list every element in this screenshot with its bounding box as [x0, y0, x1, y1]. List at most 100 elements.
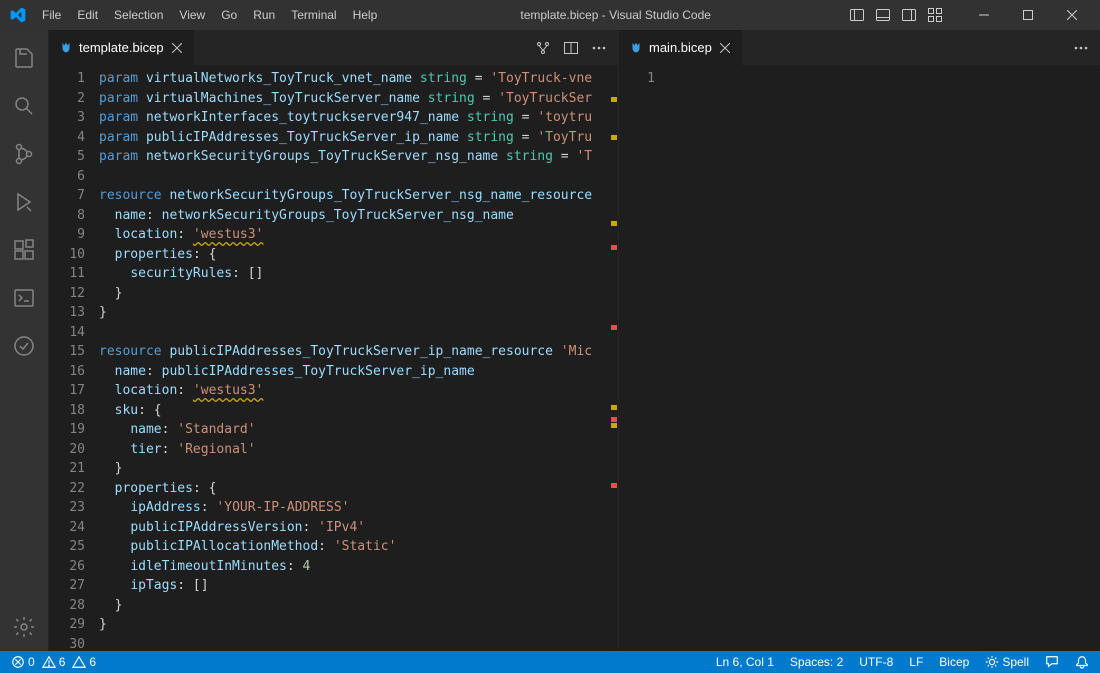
code-line[interactable]: param virtualNetworks_ToyTruck_vnet_name…	[99, 69, 618, 89]
code-line[interactable]: }	[99, 615, 618, 635]
vscode-icon	[8, 5, 28, 25]
overview-mark[interactable]	[611, 221, 617, 226]
code-line[interactable]: resource publicIPAddresses_ToyTruckServe…	[99, 342, 618, 362]
code-line[interactable]: param networkSecurityGroups_ToyTruckServ…	[99, 147, 618, 167]
code-line[interactable]: resource networkSecurityGroups_ToyTruckS…	[99, 186, 618, 206]
info-count: 6	[89, 655, 96, 669]
menu-run[interactable]: Run	[245, 4, 283, 26]
editor-group-2: main.bicep 1	[618, 30, 1100, 651]
menu-file[interactable]: File	[34, 4, 69, 26]
tab-label: template.bicep	[79, 40, 164, 55]
menu-view[interactable]: View	[171, 4, 213, 26]
code-line[interactable]: ipAddress: 'YOUR-IP-ADDRESS'	[99, 498, 618, 518]
split-editor-icon[interactable]	[560, 37, 582, 59]
code-line[interactable]: }	[99, 596, 618, 616]
code-line[interactable]: properties: {	[99, 245, 618, 265]
menu-go[interactable]: Go	[213, 4, 245, 26]
more-icon[interactable]	[588, 37, 610, 59]
close-button[interactable]	[1052, 0, 1092, 30]
activity-run[interactable]	[0, 178, 48, 226]
layout-right-icon[interactable]	[898, 4, 920, 26]
activity-scm[interactable]	[0, 130, 48, 178]
activity-extensions[interactable]	[0, 226, 48, 274]
menu-help[interactable]: Help	[345, 4, 386, 26]
tab-label: main.bicep	[649, 40, 712, 55]
layout-bottom-icon[interactable]	[872, 4, 894, 26]
activity-terminal[interactable]	[0, 274, 48, 322]
code-line[interactable]: publicIPAddressVersion: 'IPv4'	[99, 518, 618, 538]
tab-main-bicep[interactable]: main.bicep	[619, 30, 743, 65]
tab-template-bicep[interactable]: template.bicep	[49, 30, 195, 65]
statusbar: 0 6 6 Ln 6, Col 1 Spaces: 2 UTF-8 LF Bic…	[0, 651, 1100, 673]
code-line[interactable]	[99, 323, 618, 343]
code-line[interactable]: properties: {	[99, 479, 618, 499]
status-problems[interactable]: 0 6 6	[8, 651, 99, 673]
status-encoding[interactable]: UTF-8	[856, 651, 896, 673]
status-spell[interactable]: Spell	[982, 651, 1032, 673]
minimize-button[interactable]	[964, 0, 1004, 30]
tabbar-2: main.bicep	[619, 30, 1100, 65]
status-spaces[interactable]: Spaces: 2	[787, 651, 846, 673]
bicep-icon	[59, 41, 73, 55]
code-line[interactable]: name: 'Standard'	[99, 420, 618, 440]
code-line[interactable]: ipTags: []	[99, 576, 618, 596]
status-feedback-icon[interactable]	[1042, 651, 1062, 673]
overview-mark[interactable]	[611, 405, 617, 410]
bicep-icon	[629, 41, 643, 55]
activity-search[interactable]	[0, 82, 48, 130]
close-icon[interactable]	[718, 41, 732, 55]
overview-mark[interactable]	[611, 245, 617, 250]
menu-terminal[interactable]: Terminal	[283, 4, 344, 26]
code-line[interactable]: sku: {	[99, 401, 618, 421]
maximize-button[interactable]	[1008, 0, 1048, 30]
menubar: FileEditSelectionViewGoRunTerminalHelp	[34, 4, 385, 26]
code-line[interactable]	[669, 69, 1100, 89]
overview-mark[interactable]	[611, 423, 617, 428]
activity-testing[interactable]	[0, 322, 48, 370]
layout-left-icon[interactable]	[846, 4, 868, 26]
tabbar-1: template.bicep	[49, 30, 618, 65]
code-line[interactable]: param virtualMachines_ToyTruckServer_nam…	[99, 89, 618, 109]
overview-mark[interactable]	[611, 97, 617, 102]
editor-group-1: template.bicep 1234567891011121314151617…	[48, 30, 618, 651]
editor-body-2[interactable]: 1	[619, 65, 1100, 651]
error-count: 0	[28, 655, 35, 669]
code-line[interactable]: }	[99, 459, 618, 479]
code-line[interactable]: }	[99, 303, 618, 323]
window-title: template.bicep - Visual Studio Code	[385, 8, 846, 22]
status-eol[interactable]: LF	[906, 651, 926, 673]
overview-mark[interactable]	[611, 417, 617, 422]
code-line[interactable]: securityRules: []	[99, 264, 618, 284]
status-ln-col[interactable]: Ln 6, Col 1	[713, 651, 777, 673]
activity-bar	[0, 30, 48, 651]
activity-settings[interactable]	[0, 603, 48, 651]
code-line[interactable]: name: publicIPAddresses_ToyTruckServer_i…	[99, 362, 618, 382]
code-line[interactable]: name: networkSecurityGroups_ToyTruckServ…	[99, 206, 618, 226]
titlebar: FileEditSelectionViewGoRunTerminalHelp t…	[0, 0, 1100, 30]
code-line[interactable]: tier: 'Regional'	[99, 440, 618, 460]
overview-mark[interactable]	[611, 483, 617, 488]
activity-explorer[interactable]	[0, 34, 48, 82]
code-line[interactable]: idleTimeoutInMinutes: 4	[99, 557, 618, 577]
menu-selection[interactable]: Selection	[106, 4, 171, 26]
code-line[interactable]: location: 'westus3'	[99, 381, 618, 401]
code-line[interactable]	[99, 167, 618, 187]
overview-mark[interactable]	[611, 135, 617, 140]
editor-body-1[interactable]: 1234567891011121314151617181920212223242…	[49, 65, 618, 651]
visualize-icon[interactable]	[532, 37, 554, 59]
code-line[interactable]: }	[99, 284, 618, 304]
more-icon[interactable]	[1070, 37, 1092, 59]
code-line[interactable]: location: 'westus3'	[99, 225, 618, 245]
code-line[interactable]	[99, 635, 618, 652]
menu-edit[interactable]: Edit	[69, 4, 106, 26]
code-line[interactable]: param networkInterfaces_toytruckserver94…	[99, 108, 618, 128]
code-line[interactable]: param publicIPAddresses_ToyTruckServer_i…	[99, 128, 618, 148]
code-line[interactable]: publicIPAllocationMethod: 'Static'	[99, 537, 618, 557]
close-icon[interactable]	[170, 41, 184, 55]
warning-count: 6	[59, 655, 66, 669]
status-bell-icon[interactable]	[1072, 651, 1092, 673]
overview-mark[interactable]	[611, 325, 617, 330]
editor-area: template.bicep 1234567891011121314151617…	[48, 30, 1100, 651]
layout-customize-icon[interactable]	[924, 4, 946, 26]
status-language[interactable]: Bicep	[936, 651, 972, 673]
